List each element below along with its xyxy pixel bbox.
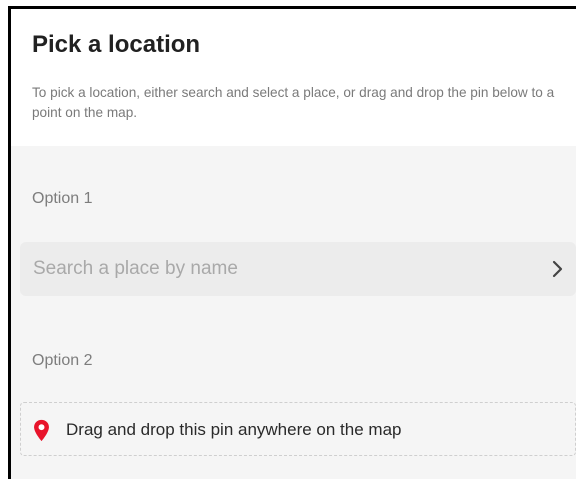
draggable-pin[interactable]: Drag and drop this pin anywhere on the m… bbox=[20, 402, 576, 456]
options-area: Option 1 Option 2 Drag and drop this pin… bbox=[11, 146, 576, 479]
panel-title: Pick a location bbox=[32, 31, 201, 58]
panel-description: To pick a location, either search and se… bbox=[32, 85, 555, 120]
place-search-input[interactable] bbox=[20, 242, 530, 296]
option-2-label: Option 2 bbox=[32, 352, 93, 369]
location-picker-panel: Pick a location To pick a location, eith… bbox=[8, 6, 576, 479]
pin-instruction-text: Drag and drop this pin anywhere on the m… bbox=[66, 420, 402, 439]
chevron-right-icon[interactable] bbox=[548, 258, 568, 280]
panel-header: Pick a location To pick a location, eith… bbox=[11, 9, 576, 143]
place-search-box[interactable] bbox=[20, 242, 576, 296]
option-1-label: Option 1 bbox=[32, 190, 93, 207]
map-pin-icon[interactable] bbox=[33, 419, 50, 442]
